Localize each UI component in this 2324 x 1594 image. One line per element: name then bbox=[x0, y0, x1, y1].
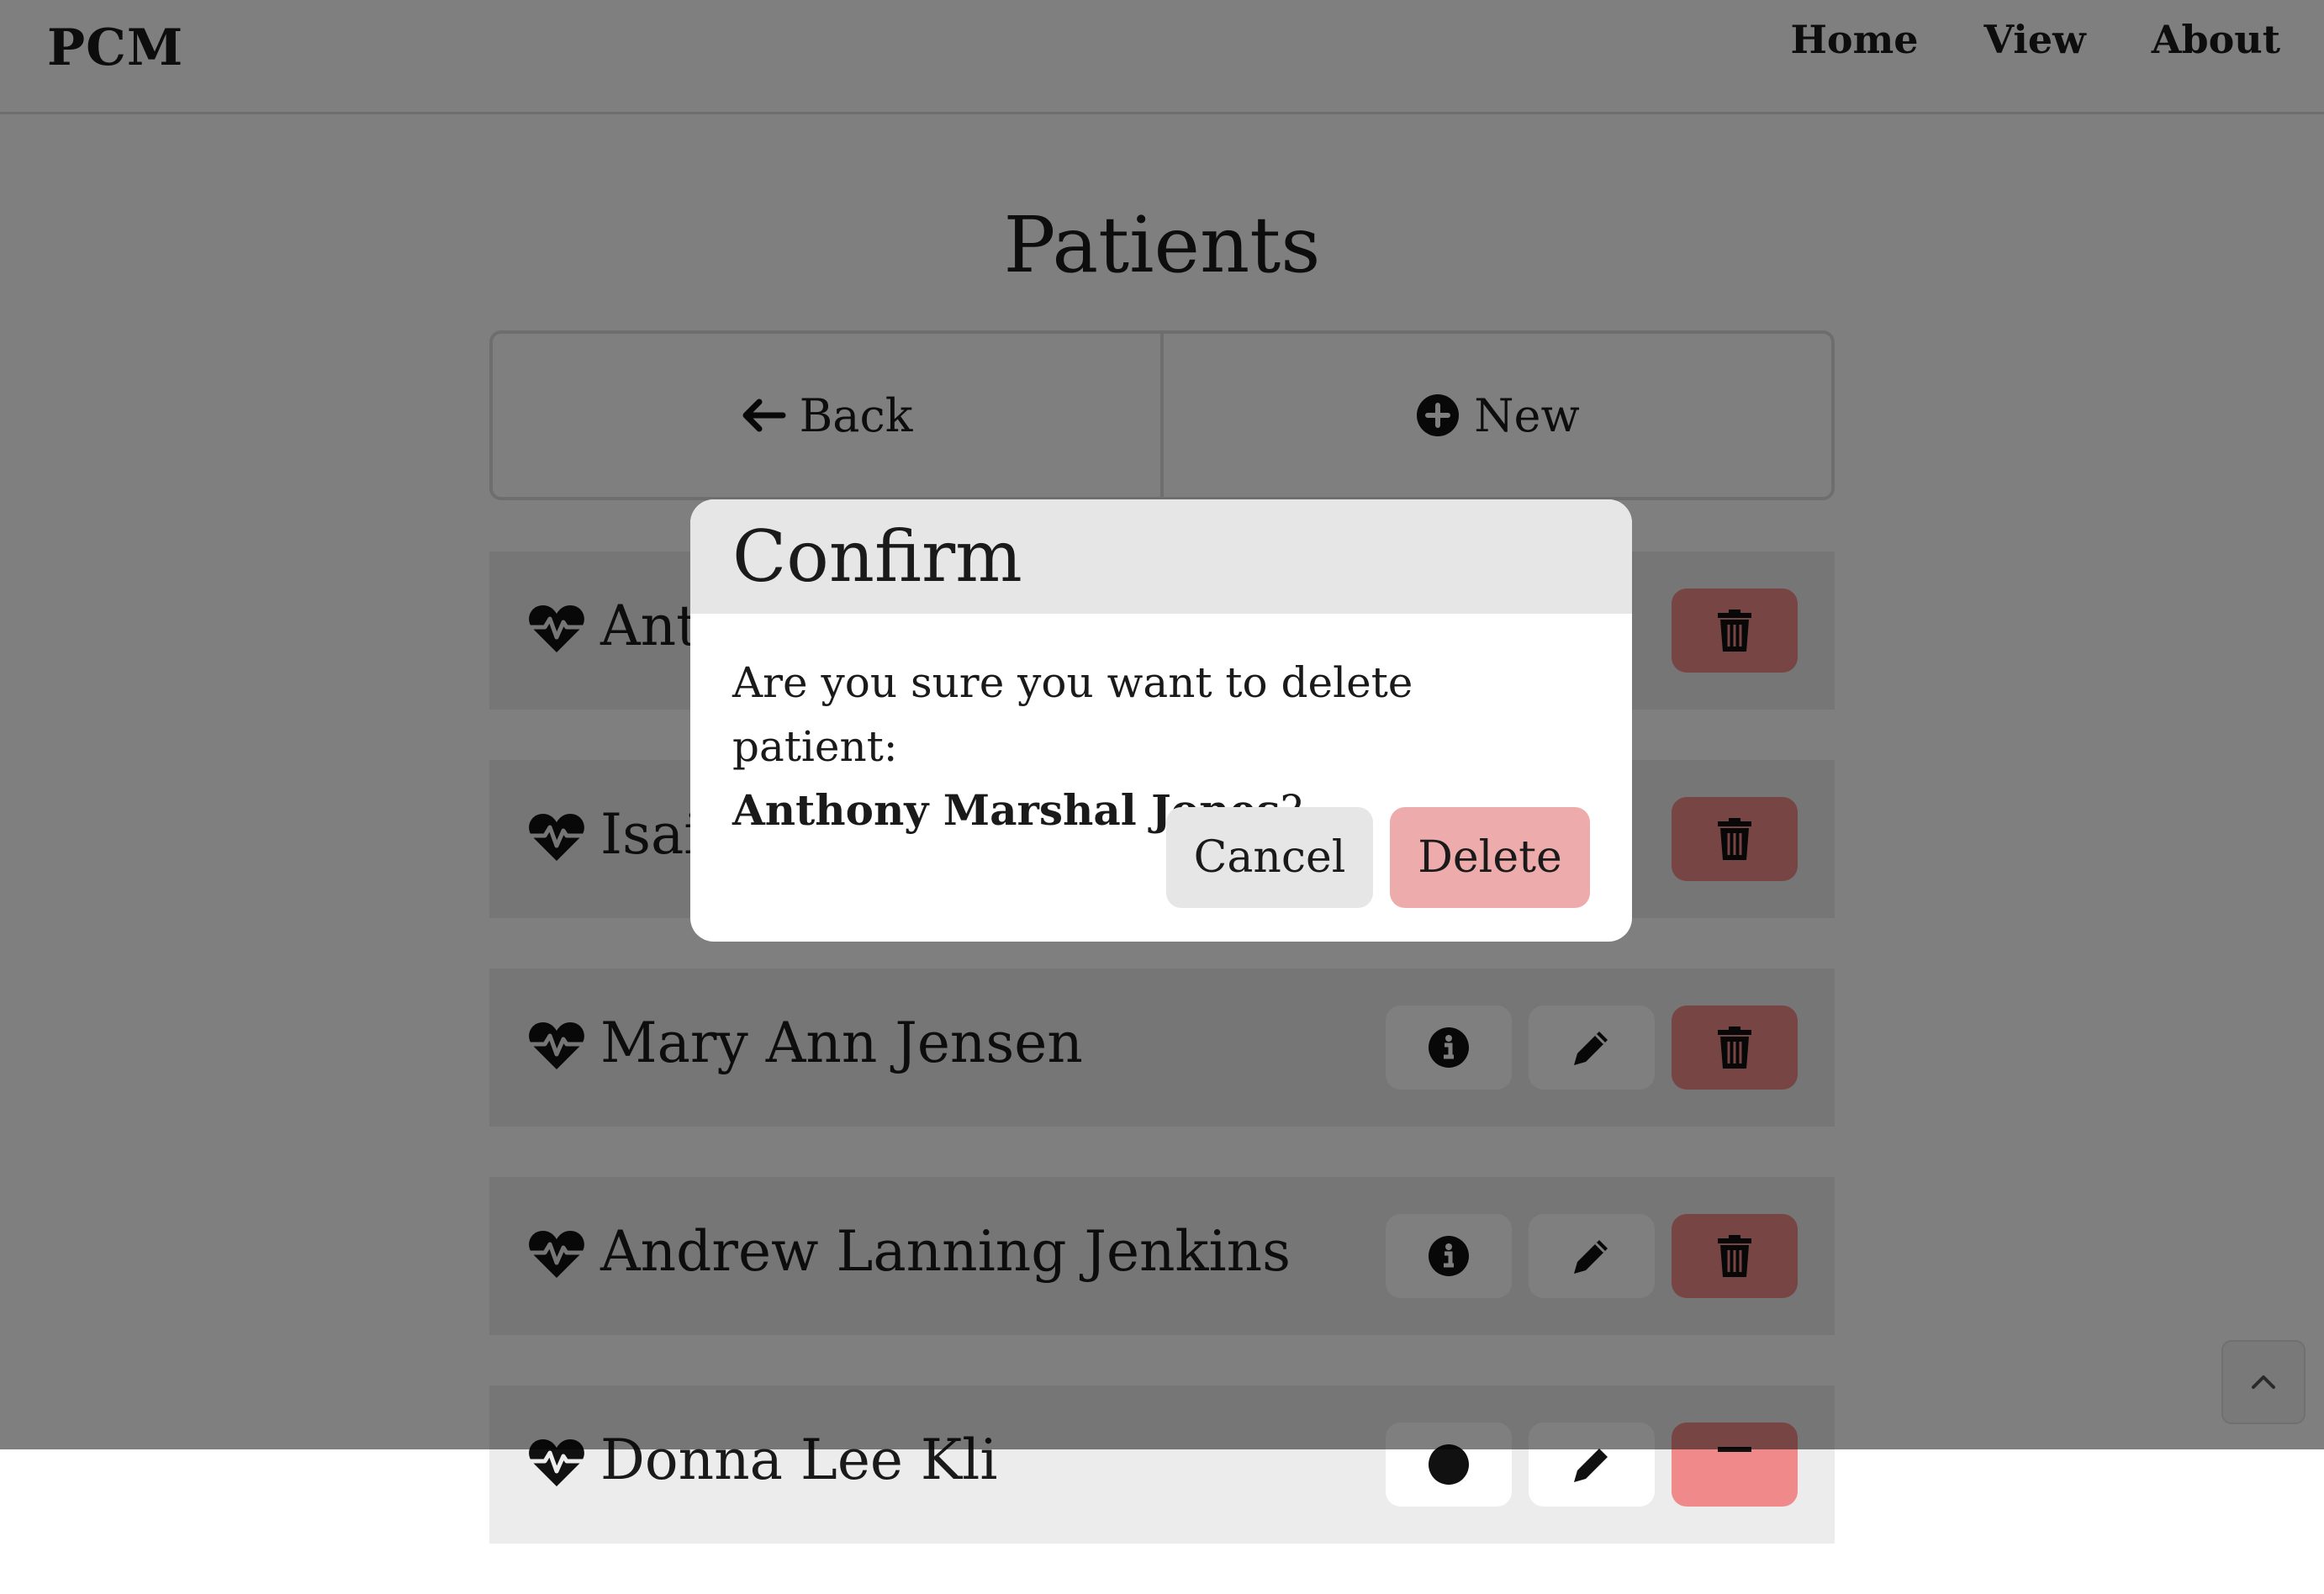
confirm-dialog: Confirm Are you sure you want to delete … bbox=[690, 499, 1632, 942]
modal-header: Confirm bbox=[690, 499, 1632, 614]
confirm-delete-button[interactable]: Delete bbox=[1390, 807, 1590, 908]
page: PCM Home View About Patients Back New bbox=[0, 0, 2324, 1544]
modal-footer: Cancel Delete bbox=[1166, 807, 1590, 908]
modal-title: Confirm bbox=[732, 515, 1022, 598]
modal-message: Are you sure you want to delete patient: bbox=[732, 658, 1413, 771]
info-icon bbox=[1429, 1444, 1469, 1485]
pencil-icon bbox=[1574, 1449, 1608, 1482]
cancel-button[interactable]: Cancel bbox=[1166, 807, 1373, 908]
trash-icon bbox=[1718, 1447, 1751, 1452]
